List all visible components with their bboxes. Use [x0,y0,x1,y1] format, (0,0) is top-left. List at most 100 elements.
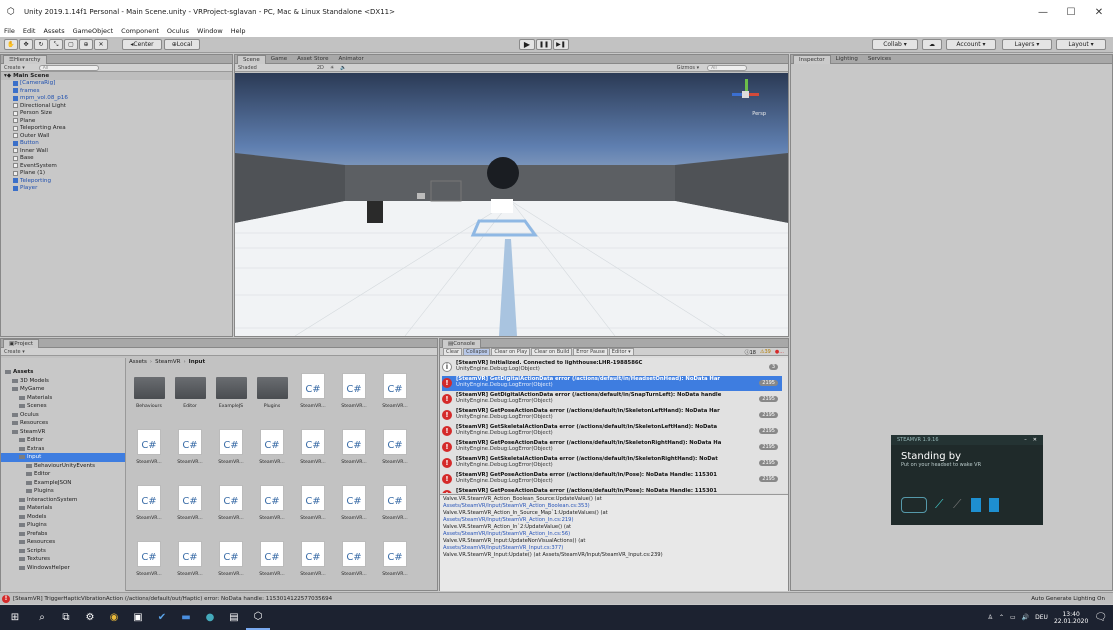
hierarchy-item[interactable]: Plane (1) [1,170,232,178]
project-folder-item[interactable]: Editor [1,470,125,479]
pivot-toggle-button[interactable]: ◂ Center [122,39,162,50]
people-icon[interactable]: ♙ [988,614,993,621]
asset-folder[interactable]: Plugins [252,369,292,409]
asset-script[interactable]: C# SteamVR... [252,481,292,521]
hierarchy-item[interactable]: Button [1,140,232,148]
warn-count[interactable]: ⚠39 [760,349,771,356]
project-folder-item[interactable]: BehaviourUnityEvents [1,462,125,471]
asset-script[interactable]: C# SteamVR... [129,481,169,521]
hierarchy-item[interactable]: EventSystem [1,162,232,170]
tab-scene[interactable]: Scene [237,54,266,64]
project-folder-item[interactable]: Plugins [1,521,125,530]
project-folder-item[interactable]: ExampleJSON [1,479,125,488]
custom-tool-button[interactable]: ✕ [94,39,108,50]
asset-script[interactable]: C# SteamVR... [252,537,292,577]
console-clear-on-build-button[interactable]: Clear on Build [531,347,573,356]
hierarchy-item[interactable]: [CameraRig] [1,80,232,88]
menu-component[interactable]: Component [117,27,163,35]
asset-script[interactable]: C# SteamVR... [252,425,292,465]
windows-start-icon[interactable]: ⊞ [0,605,30,630]
project-folder-item[interactable]: Textures [1,555,125,564]
console-entry[interactable]: ! [SteamVR] GetDigitalActionData error (/… [442,392,782,407]
scene-root[interactable]: ▾ ◆ Main Scene [1,72,232,80]
chrome-icon[interactable]: ◉ [102,605,126,630]
volume-icon[interactable]: 🔊 [1022,614,1029,621]
hierarchy-item[interactable]: mpm_vol.08_p16 [1,95,232,103]
asset-script[interactable]: C# SteamVR... [129,537,169,577]
project-folder-item[interactable]: WindowsHelper [1,564,125,573]
hierarchy-item[interactable]: frames [1,87,232,95]
project-folder-item[interactable]: Extras [1,445,125,454]
rect-tool-button[interactable]: ▢ [64,39,78,50]
console-error-pause-button[interactable]: Error Pause [573,347,608,356]
account-button[interactable]: Account ▾ [946,39,996,50]
console-entry[interactable]: ![SteamVR] GetPoseActionData error (/act… [442,472,782,487]
tab-hierarchy[interactable]: ☰ Hierarchy [3,54,47,64]
asset-script[interactable]: C# SteamVR... [170,537,210,577]
asset-script[interactable]: C# SteamVR... [170,481,210,521]
steamvr-close-button[interactable]: ✕ [1033,437,1037,443]
play-button[interactable]: ▶ [519,39,535,50]
clock-time[interactable]: 13:40 [1062,611,1079,618]
hierarchy-create-button[interactable]: Create ▾ [4,65,25,71]
audio-icon[interactable]: 🔈 [340,65,346,71]
unity-icon[interactable]: ⬡ [246,605,270,630]
hierarchy-item[interactable]: Base [1,155,232,163]
clock-date[interactable]: 22.01.2020 [1054,618,1088,625]
step-button[interactable]: ▶❚ [553,39,569,50]
asset-script[interactable]: C# SteamVR... [334,425,374,465]
stacktrace-link[interactable]: Assets/SteamVR/Input/SteamVR_Action_Bool… [443,503,785,510]
console-entry[interactable]: ! [SteamVR] GetDigitalActionData error (/… [442,376,782,391]
steam-icon[interactable]: ⚙ [78,605,102,630]
project-folder-item[interactable]: Materials [1,504,125,513]
hierarchy-item[interactable]: Plane [1,117,232,125]
tab-lighting[interactable]: Lighting [831,55,863,64]
project-folder-item[interactable]: Models [1,513,125,522]
transform-tool-button[interactable]: ⊕ [79,39,93,50]
search-icon[interactable]: ⌕ [30,605,54,630]
menu-help[interactable]: Help [227,27,250,35]
scale-tool-button[interactable]: ⤡ [49,39,63,50]
scene-search-input[interactable]: All [707,64,748,71]
project-folder-item[interactable]: Scripts [1,547,125,556]
project-folder-item[interactable]: 3D Models [1,377,125,386]
steamvr-minimize-button[interactable]: – [1024,437,1027,443]
tab-asset-store[interactable]: Asset Store [292,55,333,64]
menu-window[interactable]: Window [193,27,227,35]
network-icon[interactable]: ▭ [1010,614,1016,621]
console-clear-button[interactable]: Clear [443,347,463,356]
tab-services[interactable]: Services [863,55,896,64]
asset-script[interactable]: C# SteamVR... [375,537,415,577]
console-entry[interactable]: i [SteamVR] Initialized. Connected to lig… [442,360,782,375]
gizmos-dropdown[interactable]: Gizmos ▾ [677,65,700,71]
asset-folder[interactable]: Editor [170,369,210,409]
asset-script[interactable]: C# SteamVR... [334,369,374,409]
maximize-button[interactable]: ☐ [1057,0,1085,24]
tab-console[interactable]: ▤ Console [442,338,482,348]
hierarchy-item[interactable]: Outer Wall [1,132,232,140]
project-folder-item[interactable]: Input [1,453,125,462]
pause-button[interactable]: ❚❚ [536,39,552,50]
project-folder-item[interactable]: Materials [1,394,125,403]
project-folder-item[interactable]: Assets [1,368,125,377]
hierarchy-search-input[interactable]: All [38,64,99,71]
asset-script[interactable]: C# SteamVR... [211,481,251,521]
console-entry[interactable]: ![SteamVR] GetPoseActionData error (/act… [442,488,782,493]
tray-overflow-icon[interactable]: ⌃ [999,614,1004,621]
hierarchy-item[interactable]: Directional Light [1,102,232,110]
hierarchy-item[interactable]: Player [1,185,232,193]
tab-inspector[interactable]: Inspector [793,54,831,64]
collab-button[interactable]: Collab ▾ [872,39,918,50]
console-clear-on-play-button[interactable]: Clear on Play [491,347,531,356]
asset-script[interactable]: C# SteamVR... [129,425,169,465]
menu-assets[interactable]: Assets [39,27,68,35]
asset-script[interactable]: C# SteamVR... [293,481,333,521]
asset-script[interactable]: C# SteamVR... [293,425,333,465]
status-message[interactable]: [SteamVR] TriggerHapticVibrationAction (… [13,596,332,602]
asset-script[interactable]: C# SteamVR... [375,425,415,465]
project-folder-item[interactable]: Oculus [1,411,125,420]
explorer-icon[interactable]: ▬ [174,605,198,630]
asset-script[interactable]: C# SteamVR... [334,481,374,521]
browser-icon[interactable]: ● [198,605,222,630]
shading-mode-dropdown[interactable]: Shaded [238,65,257,71]
